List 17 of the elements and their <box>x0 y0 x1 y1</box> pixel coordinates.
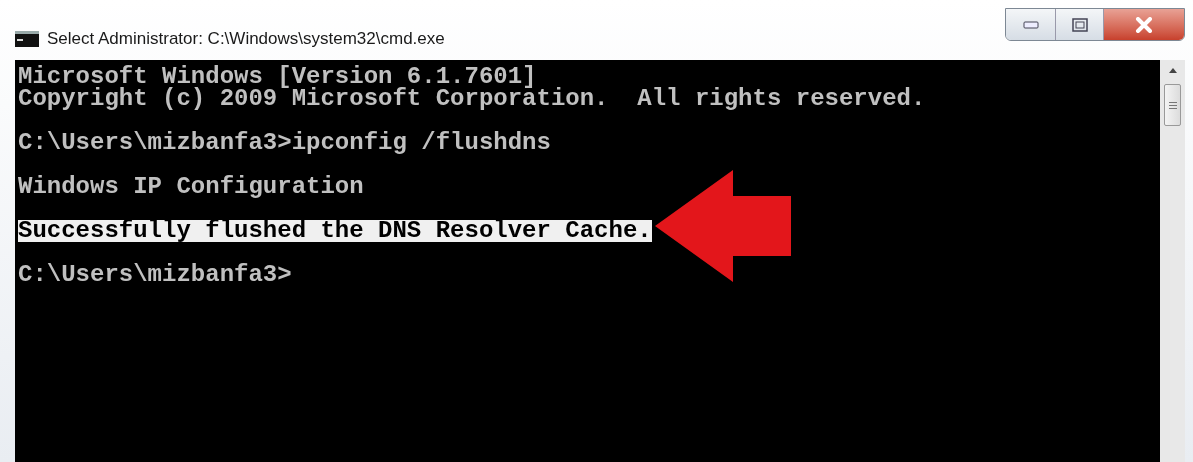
console-line: Copyright (c) 2009 Microsoft Corporation. All rights reserved. <box>18 88 926 110</box>
maximize-button[interactable] <box>1056 9 1104 40</box>
maximize-icon <box>1071 17 1088 32</box>
left-arrow-icon <box>655 170 791 282</box>
minimize-button[interactable] <box>1006 9 1056 40</box>
console-line: C:\Users\mizbanfa3> <box>18 264 292 286</box>
console-line: C:\Users\mizbanfa3>ipconfig /flushdns <box>18 132 551 154</box>
scrollbar-thumb[interactable] <box>1164 84 1181 126</box>
window-title: Select Administrator: C:\Windows\system32\cmd.exe <box>47 28 445 50</box>
scroll-up-arrow-icon[interactable] <box>1167 66 1178 74</box>
console-line: Microsoft Windows [Version 6.1.7601] <box>18 66 537 88</box>
minimize-icon <box>1022 20 1039 29</box>
console-app-icon <box>15 30 39 47</box>
console-line: Windows IP Configuration <box>18 176 364 198</box>
vertical-scrollbar[interactable] <box>1160 60 1185 462</box>
close-icon <box>1135 16 1153 33</box>
close-button[interactable] <box>1104 9 1184 40</box>
